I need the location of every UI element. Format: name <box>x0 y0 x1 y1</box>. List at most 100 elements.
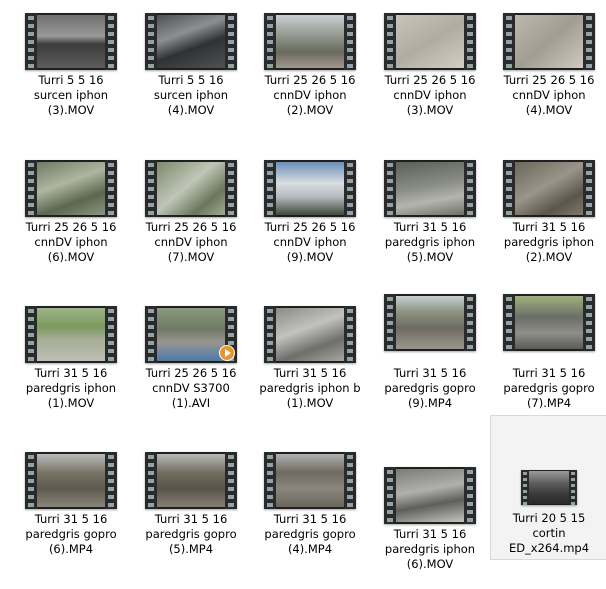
file-item[interactable]: Turri 25 26 5 16 cnnDV iphon (2).MOV <box>251 10 369 150</box>
file-name-line: paredgris iphon b <box>259 381 361 395</box>
video-thumbnail <box>384 467 476 524</box>
film-strip-right <box>464 13 476 70</box>
file-name: Turri 5 5 16 surcen iphon (4).MOV <box>133 73 249 118</box>
file-item[interactable]: Turri 25 26 5 16 cnnDV S3700 (1).AVI <box>132 303 250 443</box>
file-name-line: (6).MOV <box>47 250 95 264</box>
file-item[interactable]: Turri 5 5 16 surcen iphon (3).MOV <box>12 10 130 150</box>
file-name-line: Turri 5 5 16 <box>38 73 104 87</box>
file-name-line: paredgris gopro <box>384 381 476 395</box>
file-name: Turri 25 26 5 16 cnnDV iphon (9).MOV <box>252 220 368 265</box>
file-name: Turri 31 5 16 paredgris gopro (7).MP4 <box>491 366 606 411</box>
film-strip-right <box>583 160 595 217</box>
video-thumbnail <box>25 452 117 509</box>
video-frame <box>276 15 344 68</box>
film-strip-right <box>464 294 476 351</box>
video-thumbnail <box>25 160 117 217</box>
file-item[interactable]: Turri 25 26 5 16 cnnDV iphon (3).MOV <box>371 10 489 150</box>
file-name-line: ED_x264.mp4 <box>508 541 590 555</box>
video-frame <box>37 308 105 361</box>
film-strip-left <box>384 13 396 70</box>
video-thumbnail <box>384 160 476 217</box>
film-strip-right <box>105 452 117 509</box>
video-frame <box>157 308 225 361</box>
file-name-line: paredgris gopro <box>25 527 117 541</box>
file-item[interactable]: Turri 31 5 16 paredgris gopro (4).MP4 <box>251 449 369 589</box>
video-thumbnail <box>521 470 577 505</box>
film-strip-left <box>25 160 37 217</box>
film-strip-left <box>384 467 396 524</box>
file-name-line: Turri 31 5 16 <box>154 512 228 526</box>
film-strip-right <box>344 306 356 363</box>
file-name-line: cnnDV iphon <box>273 88 347 102</box>
file-name-line: (5).MP4 <box>168 542 214 556</box>
film-strip-right <box>569 470 577 505</box>
file-item[interactable]: Turri 31 5 16 paredgris gopro (5).MP4 <box>132 449 250 589</box>
file-item[interactable]: Turri 5 5 16 surcen iphon (4).MOV <box>132 10 250 150</box>
video-frame <box>37 162 105 215</box>
video-frame <box>157 162 225 215</box>
film-strip-left <box>264 13 276 70</box>
file-item[interactable]: Turri 31 5 16 paredgris gopro (9).MP4 <box>371 294 489 443</box>
file-item[interactable]: Turri 31 5 16 paredgris iphon (6).MOV <box>371 449 489 589</box>
file-item[interactable]: Turri 31 5 16 paredgris iphon b (1).MOV <box>251 303 369 443</box>
film-strip-left <box>264 452 276 509</box>
video-thumbnail <box>264 160 356 217</box>
file-name: Turri 25 26 5 16 cnnDV iphon (6).MOV <box>13 220 129 265</box>
file-name-line: cnnDV S3700 <box>152 381 230 395</box>
file-name-line: Turri 31 5 16 <box>393 366 467 380</box>
file-name-line: Turri 31 5 16 <box>512 220 586 234</box>
file-name-line: Turri 31 5 16 <box>273 512 347 526</box>
video-thumbnail <box>384 294 476 351</box>
file-item[interactable]: Turri 25 26 5 16 cnnDV iphon (4).MOV <box>490 10 606 150</box>
file-name-line: Turri 5 5 16 <box>158 73 224 87</box>
file-name: Turri 25 26 5 16 cnnDV iphon (7).MOV <box>133 220 249 265</box>
video-thumbnail <box>145 306 237 363</box>
film-strip-left <box>145 160 157 217</box>
video-frame <box>276 162 344 215</box>
file-name-line: (3).MOV <box>406 103 454 117</box>
film-strip-left <box>264 306 276 363</box>
file-item[interactable]: Turri 25 26 5 16 cnnDV iphon (7).MOV <box>132 157 250 297</box>
file-name-line: Turri 31 5 16 <box>34 512 108 526</box>
video-frame <box>396 469 464 522</box>
file-item[interactable]: Turri 31 5 16 paredgris gopro (6).MP4 <box>12 449 130 589</box>
film-strip-left <box>145 306 157 363</box>
film-strip-left <box>25 452 37 509</box>
file-name-line: cnnDV iphon <box>393 88 467 102</box>
film-strip-left <box>503 294 515 351</box>
video-frame <box>157 15 225 68</box>
file-name-line: (4).MOV <box>525 103 573 117</box>
file-name-line: Turri 25 26 5 16 <box>264 220 356 234</box>
file-name-line: (7).MP4 <box>526 396 572 410</box>
file-name: Turri 31 5 16 paredgris gopro (6).MP4 <box>13 512 129 557</box>
file-name-line: (2).MOV <box>286 103 334 117</box>
file-item[interactable]: Turri 31 5 16 paredgris iphon (2).MOV <box>490 157 606 297</box>
file-item[interactable]: Turri 20 5 15 cortin ED_x264.mp4 <box>490 415 606 560</box>
file-name: Turri 31 5 16 paredgris iphon (1).MOV <box>13 366 129 411</box>
file-name-line: Turri 31 5 16 <box>273 366 347 380</box>
film-strip-left <box>503 13 515 70</box>
file-name: Turri 25 26 5 16 cnnDV iphon (3).MOV <box>372 73 488 118</box>
video-frame <box>515 296 583 349</box>
file-name-line: Turri 25 26 5 16 <box>145 220 237 234</box>
file-name: Turri 31 5 16 paredgris iphon b (1).MOV <box>252 366 368 411</box>
file-name-line: cnnDV iphon <box>154 235 228 249</box>
file-name-line: cnnDV iphon <box>273 235 347 249</box>
file-name-line: paredgris iphon <box>384 542 476 556</box>
video-thumbnail <box>25 13 117 70</box>
file-name-line: (3).MOV <box>47 103 95 117</box>
file-item[interactable]: Turri 25 26 5 16 cnnDV iphon (9).MOV <box>251 157 369 297</box>
file-name-line: Turri 25 26 5 16 <box>264 73 356 87</box>
file-item[interactable]: Turri 31 5 16 paredgris iphon (1).MOV <box>12 303 130 443</box>
file-item[interactable]: Turri 25 26 5 16 cnnDV iphon (6).MOV <box>12 157 130 297</box>
file-name-line: Turri 31 5 16 <box>393 220 467 234</box>
file-name-line: paredgris gopro <box>503 381 595 395</box>
file-name-line: surcen iphon <box>33 88 109 102</box>
film-strip-right <box>464 160 476 217</box>
file-name: Turri 31 5 16 paredgris gopro (4).MP4 <box>252 512 368 557</box>
video-thumbnail <box>503 13 595 70</box>
file-name-line: cnnDV iphon <box>34 235 108 249</box>
file-item[interactable]: Turri 31 5 16 paredgris iphon (5).MOV <box>371 157 489 297</box>
film-strip-left <box>384 160 396 217</box>
video-thumbnail <box>503 294 595 351</box>
